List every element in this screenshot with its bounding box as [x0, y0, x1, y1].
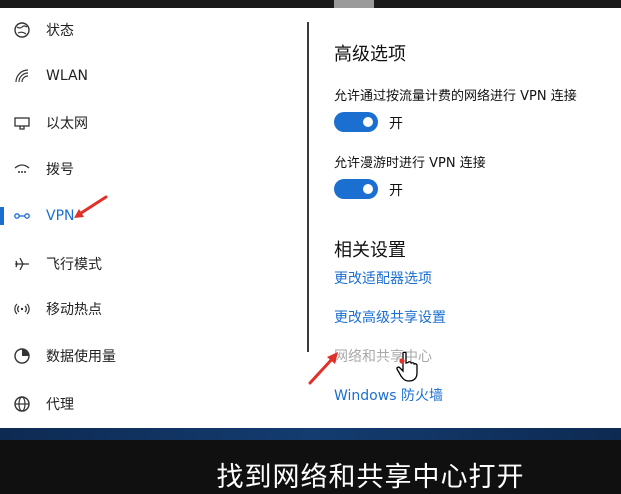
metered-vpn-description: 允许通过按流量计费的网络进行 VPN 连接 [334, 89, 577, 104]
roaming-vpn-toggle-state: 开 [389, 183, 403, 199]
hand-pointer-cursor-icon [396, 351, 418, 382]
video-subtitle: 找到网络和共享中心打开 [216, 462, 525, 493]
sidebar-item-vpn[interactable]: VPN [0, 196, 300, 236]
related-settings-heading: 相关设置 [334, 240, 406, 261]
settings-window: 状态 WLAN 以太网 拨号 VPN 飞行模式 移动热点 数据使用量 代理 高级… [0, 8, 621, 428]
taskbar-band [0, 428, 621, 440]
toggle-knob [363, 184, 373, 194]
sidebar-item-dialup[interactable]: 拨号 [0, 149, 300, 189]
pane-divider [307, 22, 309, 352]
vpn-icon [12, 206, 32, 226]
sidebar-item-label: 状态 [46, 23, 74, 39]
sidebar-item-label: 拨号 [46, 162, 74, 178]
annotation-arrow-vpn-icon [74, 195, 108, 218]
sidebar-item-label: 移动热点 [46, 302, 102, 318]
sidebar-item-wlan[interactable]: WLAN [0, 56, 300, 96]
advanced-sharing-settings-link[interactable]: 更改高级共享设置 [334, 307, 446, 327]
ethernet-icon [12, 113, 32, 133]
main-content: 高级选项 允许通过按流量计费的网络进行 VPN 连接 开 允许漫游时进行 VPN… [334, 8, 621, 428]
data-usage-icon [12, 346, 32, 366]
toggle-knob [363, 117, 373, 127]
airplane-icon [12, 254, 32, 274]
hotspot-icon [12, 299, 32, 319]
selected-indicator [0, 207, 4, 225]
change-adapter-options-link[interactable]: 更改适配器选项 [334, 268, 432, 288]
roaming-vpn-toggle[interactable] [334, 179, 378, 199]
sidebar-item-ethernet[interactable]: 以太网 [0, 103, 300, 143]
top-strip [0, 0, 621, 8]
sidebar-item-label: 代理 [46, 397, 74, 413]
sidebar-item-label: 数据使用量 [46, 349, 116, 365]
dialup-icon [12, 159, 32, 179]
sidebar-item-hotspot[interactable]: 移动热点 [0, 289, 300, 329]
sidebar: 状态 WLAN 以太网 拨号 VPN 飞行模式 移动热点 数据使用量 代理 [0, 8, 300, 428]
advanced-options-heading: 高级选项 [334, 44, 406, 65]
sidebar-item-proxy[interactable]: 代理 [0, 384, 300, 424]
proxy-globe-icon [12, 394, 32, 414]
windows-firewall-link[interactable]: Windows 防火墙 [334, 385, 443, 405]
metered-vpn-toggle-state: 开 [389, 116, 403, 132]
annotation-arrow-sharing-center-icon [308, 352, 338, 385]
status-globe-icon [12, 20, 32, 40]
wifi-icon [12, 66, 32, 86]
sidebar-item-status[interactable]: 状态 [0, 10, 300, 50]
sidebar-item-label: 飞行模式 [46, 257, 102, 273]
metered-vpn-toggle[interactable] [334, 112, 378, 132]
sidebar-item-label: 以太网 [46, 116, 88, 132]
sidebar-item-data-usage[interactable]: 数据使用量 [0, 336, 300, 376]
sidebar-item-label: WLAN [46, 68, 89, 84]
sidebar-item-airplane[interactable]: 飞行模式 [0, 244, 300, 284]
scroll-indicator [334, 0, 374, 8]
roaming-vpn-description: 允许漫游时进行 VPN 连接 [334, 156, 486, 171]
